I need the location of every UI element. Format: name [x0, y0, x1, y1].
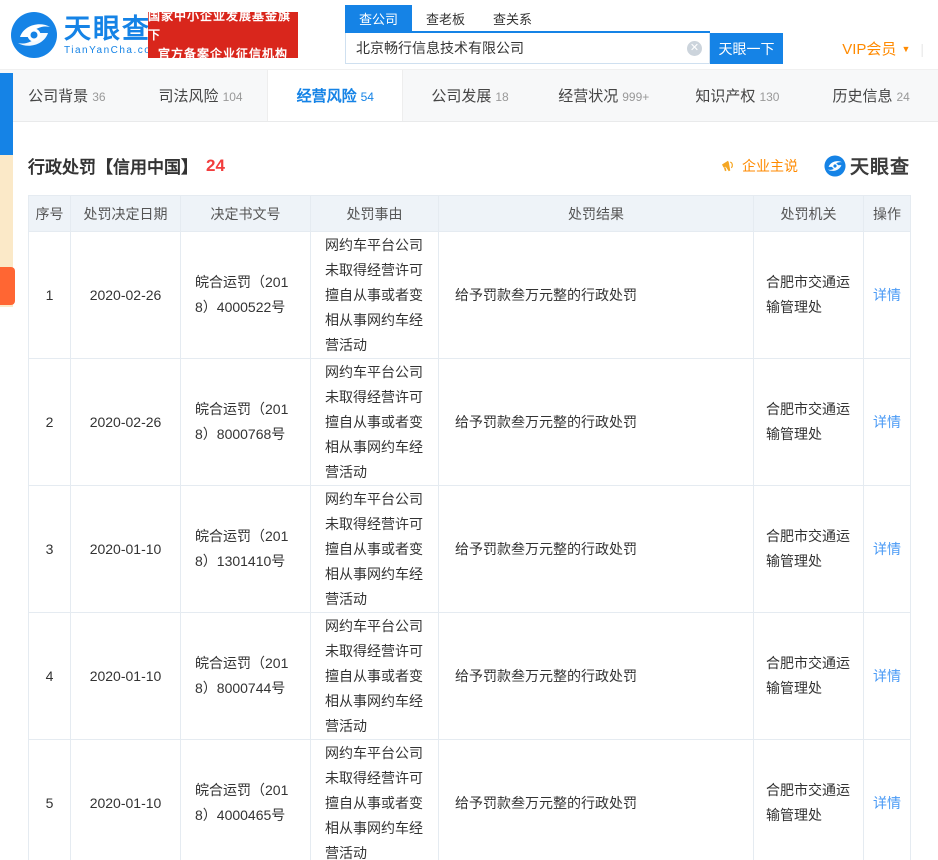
cell-date: 2020-01-10: [71, 486, 181, 613]
tianyancha-logo[interactable]: 天眼查 TianYanCha.com: [10, 11, 161, 59]
clear-search-icon[interactable]: ✕: [687, 41, 702, 56]
company-nav-bar: 公司背景 36 司法风险 104 经营风险 54 公司发展 18 经营状况 99…: [0, 70, 938, 122]
promo-orange-badge[interactable]: [0, 267, 15, 305]
cell-date: 2020-01-10: [71, 613, 181, 740]
cell-no: 2: [29, 359, 71, 486]
cell-result: 给予罚款叁万元整的行政处罚: [439, 359, 754, 486]
table-row: 4 2020-01-10 皖合运罚（2018）8000744号 网约车平台公司未…: [29, 613, 911, 740]
cell-result: 给予罚款叁万元整的行政处罚: [439, 486, 754, 613]
col-header-reason: 处罚事由: [311, 196, 439, 232]
cell-result: 给予罚款叁万元整的行政处罚: [439, 613, 754, 740]
main-content: 行政处罚【信用中国】 24 企业主说 天眼查: [0, 152, 938, 860]
cell-reason: 网约车平台公司未取得经营许可擅自从事或者变相从事网约车经营活动: [311, 613, 439, 740]
cell-reason: 网约车平台公司未取得经营许可擅自从事或者变相从事网约车经营活动: [311, 232, 439, 359]
col-header-authority: 处罚机关: [754, 196, 864, 232]
cell-date: 2020-02-26: [71, 232, 181, 359]
cell-reason: 网约车平台公司未取得经营许可擅自从事或者变相从事网约车经营活动: [311, 740, 439, 860]
cell-authority: 合肥市交通运输管理处: [754, 359, 864, 486]
detail-link[interactable]: 详情: [873, 287, 901, 303]
site-header: 天眼查 TianYanCha.com 国家中小企业发展基金旗下 官方备案企业征信…: [0, 0, 938, 70]
cell-doc-no: 皖合运罚（2018）8000768号: [181, 359, 311, 486]
search-tabs: 查公司 查老板 查关系: [345, 9, 710, 33]
col-header-doc-no: 决定书文号: [181, 196, 311, 232]
section-header: 行政处罚【信用中国】 24 企业主说 天眼查: [28, 152, 910, 179]
detail-link[interactable]: 详情: [873, 414, 901, 430]
nav-tab-judicial-risk[interactable]: 司法风险 104: [134, 70, 268, 121]
search-tab-company[interactable]: 查公司: [345, 5, 412, 31]
col-header-date: 处罚决定日期: [71, 196, 181, 232]
col-header-result: 处罚结果: [439, 196, 754, 232]
promo-blue-strip[interactable]: [0, 73, 13, 155]
table-row: 3 2020-01-10 皖合运罚（2018）1301410号 网约车平台公司未…: [29, 486, 911, 613]
detail-link[interactable]: 详情: [873, 541, 901, 557]
cell-reason: 网约车平台公司未取得经营许可擅自从事或者变相从事网约车经营活动: [311, 359, 439, 486]
nav-tab-business-risk[interactable]: 经营风险 54: [267, 70, 403, 121]
cell-authority: 合肥市交通运输管理处: [754, 486, 864, 613]
cell-no: 4: [29, 613, 71, 740]
nav-tab-company-background[interactable]: 公司背景 36: [0, 70, 134, 121]
watermark-brand: 天眼查: [850, 152, 910, 179]
certification-line2: 官方备案企业征信机构: [158, 45, 288, 64]
col-header-no: 序号: [29, 196, 71, 232]
cell-no: 1: [29, 232, 71, 359]
chevron-down-icon: ▼: [901, 44, 910, 54]
divider: |: [920, 41, 924, 57]
cell-doc-no: 皖合运罚（2018）1301410号: [181, 486, 311, 613]
cell-doc-no: 皖合运罚（2018）4000465号: [181, 740, 311, 860]
table-header-row: 序号 处罚决定日期 决定书文号 处罚事由 处罚结果 处罚机关 操作: [29, 196, 911, 232]
certification-badge: 国家中小企业发展基金旗下 官方备案企业征信机构: [148, 12, 298, 58]
section-count: 24: [206, 156, 225, 176]
section-title: 行政处罚【信用中国】: [28, 153, 198, 178]
cell-doc-no: 皖合运罚（2018）4000522号: [181, 232, 311, 359]
search-block: 查公司 查老板 查关系 ✕ 天眼一下: [345, 9, 783, 64]
owner-say-label: 企业主说: [742, 156, 798, 176]
cell-reason: 网约车平台公司未取得经营许可擅自从事或者变相从事网约车经营活动: [311, 486, 439, 613]
detail-link[interactable]: 详情: [873, 795, 901, 811]
col-header-operation: 操作: [864, 196, 911, 232]
certification-line1: 国家中小企业发展基金旗下: [148, 7, 298, 45]
cell-result: 给予罚款叁万元整的行政处罚: [439, 232, 754, 359]
vip-menu[interactable]: VIP会员 ▼ |: [842, 38, 924, 59]
search-tab-relation[interactable]: 查关系: [479, 5, 546, 31]
owner-say-link[interactable]: 企业主说: [719, 156, 798, 176]
megaphone-icon: [719, 157, 737, 175]
tianyancha-eye-icon: [10, 11, 58, 59]
search-tab-boss[interactable]: 查老板: [412, 5, 479, 31]
brand-domain: TianYanCha.com: [64, 45, 161, 56]
tianyancha-watermark: 天眼查: [824, 152, 910, 179]
nav-tab-operating-status[interactable]: 经营状况 999+: [537, 70, 671, 121]
cell-date: 2020-02-26: [71, 359, 181, 486]
vip-label: VIP会员: [842, 38, 896, 59]
detail-link[interactable]: 详情: [873, 668, 901, 684]
nav-tab-company-development[interactable]: 公司发展 18: [403, 70, 537, 121]
cell-no: 3: [29, 486, 71, 613]
nav-tab-history-info[interactable]: 历史信息 24: [804, 70, 938, 121]
tianyancha-eye-icon: [824, 155, 846, 177]
cell-doc-no: 皖合运罚（2018）8000744号: [181, 613, 311, 740]
nav-tab-intellectual-property[interactable]: 知识产权 130: [671, 70, 805, 121]
table-row: 2 2020-02-26 皖合运罚（2018）8000768号 网约车平台公司未…: [29, 359, 911, 486]
table-row: 5 2020-01-10 皖合运罚（2018）4000465号 网约车平台公司未…: [29, 740, 911, 860]
search-input[interactable]: [345, 33, 710, 64]
brand-name: 天眼查: [64, 14, 161, 44]
cell-date: 2020-01-10: [71, 740, 181, 860]
penalty-table: 序号 处罚决定日期 决定书文号 处罚事由 处罚结果 处罚机关 操作 1 2020…: [28, 195, 911, 860]
cell-authority: 合肥市交通运输管理处: [754, 232, 864, 359]
search-button[interactable]: 天眼一下: [710, 33, 783, 64]
cell-authority: 合肥市交通运输管理处: [754, 613, 864, 740]
table-row: 1 2020-02-26 皖合运罚（2018）4000522号 网约车平台公司未…: [29, 232, 911, 359]
cell-authority: 合肥市交通运输管理处: [754, 740, 864, 860]
cell-result: 给予罚款叁万元整的行政处罚: [439, 740, 754, 860]
cell-no: 5: [29, 740, 71, 860]
